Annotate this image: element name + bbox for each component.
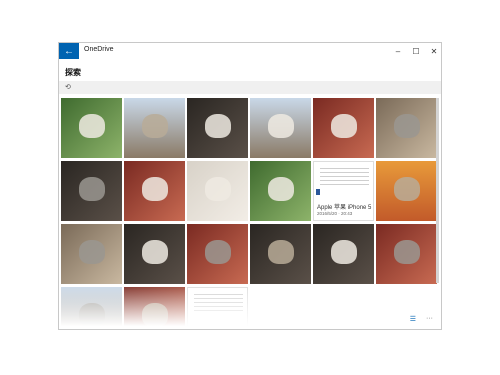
app-title: OneDrive	[84, 46, 114, 53]
cat-photo-image	[394, 240, 420, 264]
cat-photo-image	[205, 240, 231, 264]
photo-tile[interactable]	[250, 161, 311, 221]
photo-tile[interactable]	[313, 98, 374, 158]
list-view-icon[interactable]: ☰	[410, 315, 416, 323]
document-title: Apple 苹果 iPhone 5	[317, 205, 372, 211]
photo-tile[interactable]	[124, 98, 185, 158]
photo-tile[interactable]	[376, 224, 437, 284]
cat-photo-image	[79, 177, 105, 201]
more-options-icon[interactable]: ···	[426, 315, 433, 323]
photo-tile[interactable]	[187, 98, 248, 158]
photo-tile[interactable]	[61, 224, 122, 284]
photo-tile[interactable]	[61, 161, 122, 221]
maximize-button[interactable]: ☐	[407, 43, 425, 59]
close-button[interactable]: ✕	[425, 43, 441, 59]
photo-tile[interactable]	[61, 98, 122, 158]
title-bar: ← OneDrive – ☐ ✕	[59, 43, 441, 59]
document-tile[interactable]: Apple 苹果 iPhone 5 2016/5/20 · 20:43	[313, 161, 374, 221]
minimize-button[interactable]: –	[389, 43, 407, 59]
refresh-icon[interactable]: ⟲	[65, 83, 71, 91]
photo-tile[interactable]	[313, 224, 374, 284]
onedrive-window: ← OneDrive – ☐ ✕ 探索 ⟲ Apple 苹果 iPhone 5 …	[58, 42, 442, 330]
photo-tile[interactable]	[376, 98, 437, 158]
back-button[interactable]: ←	[59, 43, 79, 59]
back-arrow-icon: ←	[64, 45, 74, 57]
cat-photo-image	[142, 177, 168, 201]
photo-tile[interactable]	[187, 161, 248, 221]
maximize-icon: ☐	[412, 46, 420, 56]
cat-photo-image	[205, 177, 231, 201]
photo-tile[interactable]	[124, 224, 185, 284]
bottom-fade	[59, 283, 441, 329]
cat-photo-image	[394, 114, 420, 138]
cat-photo-image	[331, 240, 357, 264]
photo-tile[interactable]	[250, 98, 311, 158]
cat-photo-image	[268, 240, 294, 264]
cat-photo-image	[268, 114, 294, 138]
document-text-lines	[320, 168, 369, 188]
word-doc-icon	[316, 189, 320, 195]
document-preview: Apple 苹果 iPhone 5 2016/5/20 · 20:43	[314, 162, 373, 220]
toolbar: ⟲	[59, 81, 441, 94]
photo-tile[interactable]	[250, 224, 311, 284]
photo-tile[interactable]	[124, 161, 185, 221]
minimize-icon: –	[395, 46, 401, 56]
cat-photo-image	[205, 114, 231, 138]
photo-tile[interactable]	[376, 161, 437, 221]
cat-photo-image	[79, 114, 105, 138]
document-date: 2016/5/20 · 20:43	[317, 211, 353, 216]
cat-photo-image	[331, 114, 357, 138]
cat-photo-image	[142, 114, 168, 138]
photo-tile[interactable]	[187, 224, 248, 284]
cat-photo-image	[79, 240, 105, 264]
scrollbar[interactable]	[436, 98, 439, 283]
close-icon: ✕	[430, 46, 438, 56]
wolf-photo-image	[394, 177, 420, 201]
bottom-bar: ☰ ···	[410, 315, 433, 323]
cat-photo-image	[142, 240, 168, 264]
page-title: 探索	[65, 68, 81, 77]
cat-photo-image	[268, 177, 294, 201]
